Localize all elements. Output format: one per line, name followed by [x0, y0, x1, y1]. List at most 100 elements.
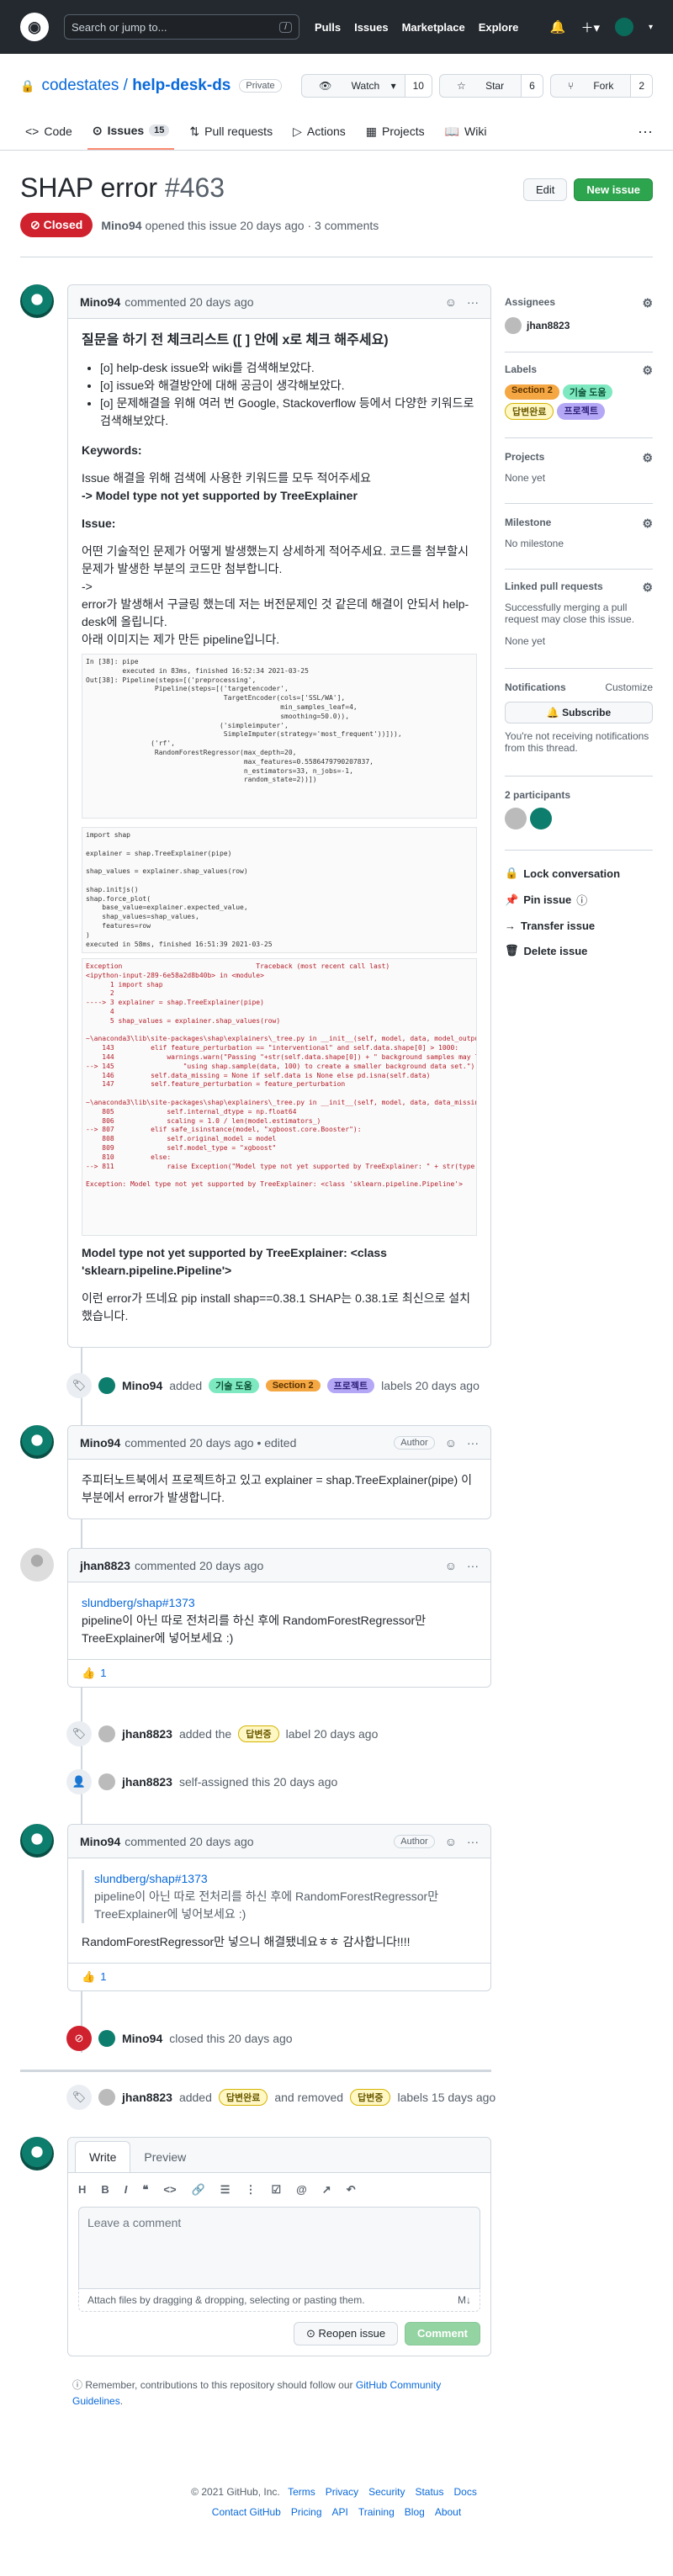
comment-author[interactable]: jhan8823 [80, 1559, 130, 1572]
event-actor[interactable]: jhan8823 [122, 1727, 172, 1741]
footer-link[interactable]: Status [415, 2486, 443, 2498]
customize-link[interactable]: Customize [605, 681, 653, 693]
kebab-icon[interactable]: ··· [467, 1835, 479, 1848]
label-badge[interactable]: 기술 도움 [562, 384, 613, 400]
delete-issue-button[interactable]: 🗑 Delete issue [505, 944, 653, 957]
search-input[interactable]: Search or jump to... / [64, 14, 299, 40]
reaction-button[interactable]: 👍 1 [68, 1963, 490, 1990]
comment-time[interactable]: commented 20 days ago [125, 295, 253, 309]
nav-marketplace[interactable]: Marketplace [402, 21, 465, 34]
footer-link[interactable]: Training [358, 2506, 395, 2518]
avatar[interactable] [98, 1377, 115, 1394]
subscribe-button[interactable]: 🔔 Subscribe [505, 702, 653, 724]
fork-count[interactable]: 2 [630, 75, 652, 97]
star-button[interactable]: ☆ Star 6 [438, 74, 543, 98]
label-badge[interactable]: 답변완료 [505, 403, 554, 420]
transfer-issue-button[interactable]: → Transfer issue [505, 920, 653, 932]
label-badge[interactable]: 답변중 [350, 2089, 391, 2106]
event-actor[interactable]: Mino94 [122, 1379, 162, 1392]
fork-button[interactable]: ⑂ Fork 2 [549, 74, 653, 98]
label-badge[interactable]: 프로젝트 [557, 403, 605, 420]
smiley-icon[interactable]: ☺ [445, 1559, 457, 1572]
nav-issues[interactable]: Issues [354, 21, 388, 34]
comment-author[interactable]: Mino94 [80, 295, 120, 309]
label-badge[interactable]: Section 2 [505, 384, 559, 400]
label-badge[interactable]: 기술 도움 [209, 1378, 259, 1393]
comment-author[interactable]: Mino94 [80, 1436, 120, 1450]
tab-preview[interactable]: Preview [130, 2142, 199, 2172]
italic-icon[interactable]: I [125, 2183, 128, 2197]
kebab-icon[interactable]: ··· [467, 1436, 479, 1450]
smiley-icon[interactable]: ☺ [445, 1436, 457, 1450]
more-icon[interactable]: ··· [638, 113, 653, 150]
tab-pull-requests[interactable]: ⇅ Pull requests [184, 113, 278, 150]
repo-name[interactable]: help-desk-ds [132, 77, 231, 94]
nav-pulls[interactable]: Pulls [315, 21, 341, 34]
quote-icon[interactable]: ❝ [142, 2183, 148, 2197]
avatar[interactable] [20, 1548, 54, 1582]
reopen-issue-button[interactable]: ⊙ Reopen issue [294, 2322, 399, 2345]
label-badge[interactable]: Section 2 [265, 1380, 321, 1391]
avatar[interactable] [98, 2030, 115, 2047]
gear-icon[interactable]: ⚙ [642, 451, 653, 465]
avatar[interactable] [530, 808, 552, 830]
assignee-name[interactable]: jhan8823 [527, 320, 570, 331]
github-logo-icon[interactable]: ◉ [20, 13, 49, 41]
comment-time[interactable]: commented 20 days ago [135, 1559, 263, 1572]
label-badge[interactable]: 답변중 [238, 1725, 279, 1742]
star-count[interactable]: 6 [521, 75, 543, 97]
label-badge[interactable]: 답변완료 [218, 2089, 268, 2106]
avatar[interactable] [505, 317, 522, 334]
tab-write[interactable]: Write [75, 2141, 131, 2172]
cross-reference-icon[interactable]: ↗ [322, 2183, 331, 2197]
label-badge[interactable]: 프로젝트 [326, 1378, 375, 1393]
issue-link[interactable]: slundberg/shap#1373 [82, 1594, 477, 1612]
code-icon[interactable]: <> [163, 2183, 176, 2197]
footer-link[interactable]: Privacy [326, 2486, 358, 2498]
numbered-list-icon[interactable]: ⋮ [245, 2183, 256, 2197]
smiley-icon[interactable]: ☺ [445, 295, 457, 309]
repo-owner[interactable]: codestates [41, 77, 119, 94]
mention-icon[interactable]: @ [296, 2183, 307, 2197]
chevron-down-icon[interactable]: ▾ [649, 23, 653, 32]
tab-issues[interactable]: ⊙ Issues 15 [87, 113, 175, 150]
avatar[interactable] [20, 2137, 54, 2171]
comment-author[interactable]: Mino94 [80, 1835, 120, 1848]
bell-icon[interactable]: 🔔 [550, 19, 566, 34]
avatar[interactable] [98, 1725, 115, 1742]
event-actor[interactable]: jhan8823 [122, 1775, 172, 1789]
avatar[interactable] [20, 1425, 54, 1459]
kebab-icon[interactable]: ··· [467, 295, 479, 309]
issue-link[interactable]: slundberg/shap#1373 [94, 1870, 477, 1888]
lock-conversation-button[interactable]: 🔒 Lock conversation [505, 867, 653, 880]
footer-link[interactable]: API [332, 2506, 348, 2518]
attach-area[interactable]: Attach files by dragging & dropping, sel… [78, 2289, 480, 2312]
watch-button[interactable]: 👁 Watch ▾ 10 [301, 74, 432, 98]
footer-link[interactable]: Terms [288, 2486, 315, 2498]
event-actor[interactable]: Mino94 [122, 2032, 162, 2045]
plus-icon[interactable]: ＋▾ [580, 19, 600, 36]
comment-time[interactable]: commented 20 days ago [125, 1835, 253, 1848]
comment-button[interactable]: Comment [405, 2322, 480, 2345]
tab-actions[interactable]: ▷ Actions [288, 113, 351, 150]
comment-textarea[interactable]: Leave a comment [78, 2207, 480, 2289]
avatar[interactable] [505, 808, 527, 830]
footer-link[interactable]: Security [368, 2486, 405, 2498]
footer-link[interactable]: About [435, 2506, 461, 2518]
avatar[interactable] [20, 284, 54, 318]
event-actor[interactable]: jhan8823 [122, 2091, 172, 2104]
tab-wiki[interactable]: 📖 Wiki [440, 113, 492, 150]
bulleted-list-icon[interactable]: ☰ [220, 2183, 231, 2197]
reply-icon[interactable]: ↶ [347, 2183, 356, 2197]
markdown-icon[interactable]: M↓ [458, 2294, 471, 2306]
issue-author[interactable]: Mino94 [101, 219, 141, 232]
smiley-icon[interactable]: ☺ [445, 1835, 457, 1848]
pin-issue-button[interactable]: 📌 Pin issue ⓘ [505, 892, 653, 908]
task-list-icon[interactable]: ☑ [271, 2183, 281, 2197]
gear-icon[interactable]: ⚙ [642, 363, 653, 378]
footer-link[interactable]: Pricing [291, 2506, 322, 2518]
footer-link[interactable]: Docs [453, 2486, 476, 2498]
link-icon[interactable]: 🔗 [192, 2183, 205, 2197]
comment-time[interactable]: commented 20 days ago • edited [125, 1436, 296, 1450]
new-issue-button[interactable]: New issue [574, 178, 653, 201]
